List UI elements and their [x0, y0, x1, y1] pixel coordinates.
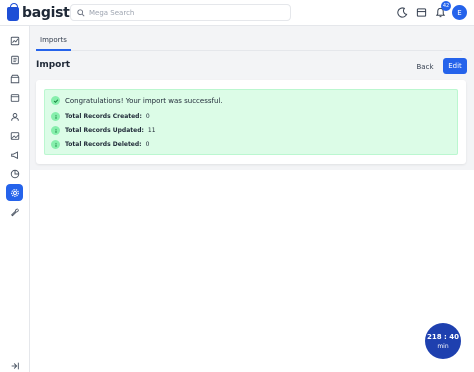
search-input[interactable] [89, 8, 269, 17]
sidebar [0, 26, 30, 372]
tab-imports[interactable]: Imports [36, 30, 71, 51]
stat-label: Total Records Deleted: [65, 141, 142, 148]
customers-icon[interactable] [6, 108, 23, 125]
cms-icon[interactable] [6, 127, 23, 144]
top-header: bagisto 42 E [0, 0, 474, 26]
configure-icon[interactable] [6, 203, 23, 220]
back-button[interactable]: Back [411, 59, 439, 74]
stat-value: 0 [145, 113, 150, 120]
stat-label: Total Records Updated: [65, 127, 144, 134]
stat-value: 11 [147, 127, 156, 134]
session-timer[interactable]: 218 : 40 min [425, 323, 461, 359]
customers-card-icon[interactable] [6, 89, 23, 106]
timer-time: 218 : 40 [426, 332, 460, 341]
content-background [30, 170, 474, 372]
stat-label: Total Records Created: [65, 113, 142, 120]
edit-button[interactable]: Edit [443, 58, 467, 74]
stat-value: 0 [145, 141, 150, 148]
success-message: Congratulations! Your import was success… [65, 96, 223, 105]
notification-badge: 42 [441, 1, 451, 11]
bag-icon [7, 3, 19, 21]
sales-icon[interactable] [6, 51, 23, 68]
check-icon [51, 96, 60, 105]
dashboard-icon[interactable] [6, 32, 23, 49]
info-icon [51, 126, 60, 135]
success-alert: Congratulations! Your import was success… [44, 89, 458, 155]
avatar[interactable]: E [452, 5, 467, 20]
page-title: Import [36, 60, 71, 70]
search-icon [77, 8, 85, 17]
timer-unit: min [437, 342, 449, 350]
stat-row-created: Total Records Created: 0 [51, 112, 150, 121]
info-icon [51, 140, 60, 149]
settings-icon[interactable] [6, 184, 23, 201]
reporting-icon[interactable] [6, 165, 23, 182]
dark-mode-icon[interactable] [396, 6, 408, 18]
store-icon[interactable] [415, 6, 427, 18]
stat-row-deleted: Total Records Deleted: 0 [51, 140, 149, 149]
tabs-bar: Imports [36, 30, 462, 51]
marketing-icon[interactable] [6, 146, 23, 163]
catalog-icon[interactable] [6, 70, 23, 87]
success-message-row: Congratulations! Your import was success… [51, 96, 223, 105]
stat-row-updated: Total Records Updated: 11 [51, 126, 156, 135]
import-card: Congratulations! Your import was success… [36, 80, 466, 164]
info-icon [51, 112, 60, 121]
logo[interactable]: bagisto [7, 3, 79, 22]
mega-search[interactable] [70, 4, 291, 21]
collapse-icon[interactable] [6, 357, 23, 372]
